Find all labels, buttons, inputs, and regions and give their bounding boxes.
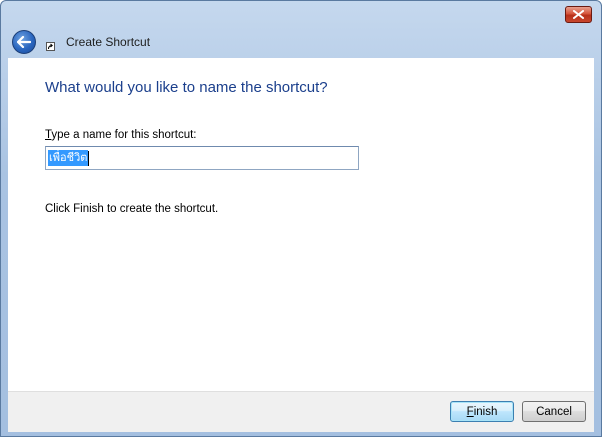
close-button[interactable]: [565, 6, 592, 23]
content-area: What would you like to name the shortcut…: [8, 58, 594, 391]
text-caret: [88, 150, 90, 166]
finish-button[interactable]: Finish: [450, 401, 514, 422]
finish-label: inish: [473, 405, 498, 418]
back-button[interactable]: [12, 30, 36, 54]
create-shortcut-window: Create Shortcut What would you like to n…: [0, 0, 602, 437]
button-bar: Finish Cancel: [8, 391, 594, 432]
main-instruction: What would you like to name the shortcut…: [45, 79, 328, 96]
window-title: Create Shortcut: [66, 35, 151, 49]
label-text: ype a name for this shortcut:: [51, 129, 197, 141]
finish-hint: Click Finish to create the shortcut.: [45, 203, 219, 215]
cancel-button[interactable]: Cancel: [522, 401, 586, 422]
name-field-label: Type a name for this shortcut:: [45, 129, 197, 141]
wizard-header: Create Shortcut: [8, 28, 594, 57]
shortcut-overlay-icon: [46, 42, 55, 51]
shortcut-name-input[interactable]: เพื่อชีวิต: [45, 146, 359, 170]
back-arrow-icon: [17, 36, 31, 48]
shortcut-name-value: เพื่อชีวิต: [48, 150, 89, 166]
close-icon: [573, 10, 584, 19]
finish-accelerator: F: [466, 405, 474, 418]
